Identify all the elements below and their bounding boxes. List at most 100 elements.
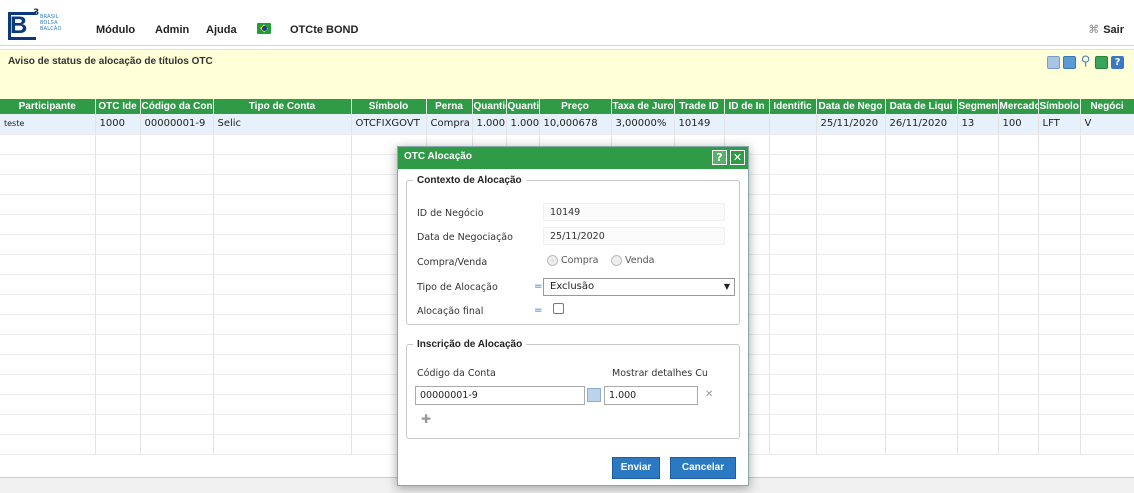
table-cell <box>1038 214 1081 235</box>
table-cell <box>0 294 96 315</box>
table-cell <box>957 414 999 435</box>
table-cell <box>1038 294 1081 315</box>
context-legend: Contexto de Alocação <box>417 175 522 186</box>
cancelar-button[interactable]: Cancelar <box>670 457 736 479</box>
compra-radio-icon <box>547 255 558 266</box>
column-header[interactable]: Código da Con <box>140 99 214 114</box>
table-cell <box>998 394 1039 415</box>
close-button[interactable]: ✕ <box>730 150 745 165</box>
column-header[interactable]: Data de Liqui <box>885 99 958 114</box>
table-cell <box>998 174 1039 195</box>
column-header[interactable]: Participante <box>0 99 96 114</box>
table-cell: 1.000 <box>472 114 507 135</box>
top-menu-bar: B 3 BRASIL BOLSA BALCÃO Módulo Admin Aju… <box>0 4 1134 46</box>
remove-icon[interactable]: ✕ <box>705 389 713 400</box>
inscricao-legend: Inscrição de Alocação <box>417 339 523 350</box>
column-header[interactable]: Preço <box>539 99 612 114</box>
venda-label: Venda <box>625 255 655 266</box>
grid-icon[interactable] <box>1047 56 1060 69</box>
table-cell <box>95 154 141 175</box>
table-cell <box>816 214 886 235</box>
help-button[interactable]: ? <box>712 150 727 165</box>
table-cell <box>816 274 886 295</box>
column-header[interactable]: OTC Ide <box>95 99 141 114</box>
table-cell: 1000 <box>95 114 141 135</box>
export-icon[interactable] <box>1063 56 1076 69</box>
table-cell <box>769 134 817 155</box>
table-cell <box>1080 394 1134 415</box>
table-cell <box>0 154 96 175</box>
search-icon[interactable]: ⚲ <box>1079 55 1092 69</box>
table-cell <box>885 314 958 335</box>
codigo-conta-input[interactable]: 00000001-9 <box>415 386 585 405</box>
column-header[interactable]: Segmen <box>957 99 999 114</box>
table-cell <box>885 394 958 415</box>
tipo-alocacao-select[interactable]: Exclusão ▼ <box>543 278 735 296</box>
table-cell <box>724 114 770 135</box>
table-cell <box>1080 154 1134 175</box>
column-header[interactable]: Quantid <box>506 99 540 114</box>
table-cell <box>95 394 141 415</box>
table-cell <box>1038 354 1081 375</box>
table-cell <box>885 434 958 455</box>
quantidade-input[interactable]: 1.000 <box>604 386 698 405</box>
enviar-button[interactable]: Enviar <box>612 457 660 479</box>
table-cell <box>0 434 96 455</box>
logout-button[interactable]: ⌘ Sair <box>1088 23 1124 36</box>
menu-admin[interactable]: Admin <box>155 24 189 36</box>
table-cell <box>213 214 352 235</box>
menu-modulo[interactable]: Módulo <box>96 24 135 36</box>
column-header[interactable]: Mercado <box>998 99 1039 114</box>
brazil-flag-icon[interactable] <box>257 23 271 34</box>
menu-ajuda[interactable]: Ajuda <box>206 24 237 36</box>
column-header[interactable]: Identific <box>769 99 817 114</box>
table-cell <box>1038 234 1081 255</box>
column-header[interactable]: Quantid <box>472 99 507 114</box>
table-cell <box>769 394 817 415</box>
table-cell <box>213 274 352 295</box>
column-header[interactable]: Símbolo <box>1038 99 1081 114</box>
venda-radio[interactable]: Venda <box>611 255 654 266</box>
table-cell <box>885 414 958 435</box>
table-cell <box>140 374 214 395</box>
table-cell <box>140 294 214 315</box>
table-cell <box>95 354 141 375</box>
column-header[interactable]: Símbolo <box>351 99 427 114</box>
help-icon[interactable]: ? <box>1111 56 1124 69</box>
table-cell <box>1080 294 1134 315</box>
column-header[interactable]: Perna <box>426 99 473 114</box>
table-row[interactable]: teste 1000 00000001-9 Selic OTCFIXGOVT Compra… <box>0 114 1134 135</box>
table-cell <box>769 194 817 215</box>
table-cell <box>95 434 141 455</box>
column-header[interactable]: Negóci <box>1080 99 1134 114</box>
compra-radio[interactable]: Compra <box>547 255 598 266</box>
otc-alocacao-dialog: OTC Alocação ? ✕ Contexto de Alocação ID… <box>397 146 749 486</box>
column-header[interactable]: Taxa de Juro <box>611 99 675 114</box>
column-header[interactable]: ID de In <box>724 99 770 114</box>
table-cell <box>816 334 886 355</box>
add-icon[interactable]: ✚ <box>421 412 431 426</box>
tipo-alocacao-value: Exclusão <box>550 281 595 292</box>
compra-venda-label: Compra/Venda <box>417 257 488 268</box>
table-cell <box>885 154 958 175</box>
column-header[interactable]: Tipo de Conta <box>213 99 352 114</box>
table-cell <box>140 174 214 195</box>
alocacao-final-label: Alocação final <box>417 306 484 317</box>
table-cell <box>1038 394 1081 415</box>
alocacao-final-checkbox[interactable] <box>553 303 564 314</box>
table-cell <box>769 174 817 195</box>
chevron-down-icon: ▼ <box>723 282 730 291</box>
table-cell <box>213 254 352 275</box>
table-cell <box>816 254 886 275</box>
column-header[interactable]: Data de Nego <box>816 99 886 114</box>
lookup-icon[interactable] <box>587 388 601 402</box>
column-header[interactable]: Trade ID <box>674 99 725 114</box>
app-name[interactable]: OTCte BOND <box>290 24 358 36</box>
table-cell <box>1080 234 1134 255</box>
table-cell <box>957 134 999 155</box>
table-cell <box>95 374 141 395</box>
table-cell: 10149 <box>674 114 725 135</box>
table-cell <box>998 274 1039 295</box>
excel-icon[interactable] <box>1095 56 1108 69</box>
id-negocio-value: 10149 <box>543 203 725 221</box>
